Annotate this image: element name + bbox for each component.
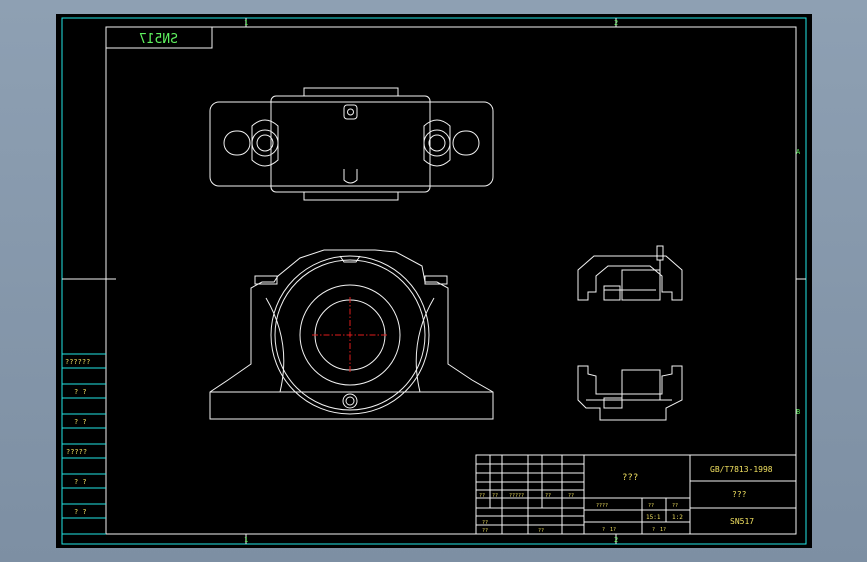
title-block-title: ??? (622, 473, 638, 483)
left-strip-label-5: ? ? (74, 478, 87, 486)
zone-mark-top-1: 1 (244, 19, 248, 27)
sign-row-3: ????? (509, 493, 524, 499)
left-strip-label-4: ????? (66, 448, 87, 456)
section-view-lower (577, 365, 683, 421)
left-strip-label-1: ?????? (65, 358, 90, 366)
cad-viewport[interactable]: 1 2 1 2 A B SN517 ?????? ? ? ? ? ????? ?… (56, 14, 812, 548)
sheet-row-2: 1? (610, 527, 616, 533)
left-row-2: ?? (482, 528, 488, 534)
section-view-upper (577, 245, 683, 301)
zone-mark-right-a: A (796, 148, 801, 156)
top-view (209, 87, 494, 201)
left-row-1: ?? (482, 520, 488, 526)
left-row-3: ?? (538, 528, 544, 534)
title-block-standard: GB/T7813-1998 (710, 465, 773, 474)
scale-header-3: ?? (672, 503, 678, 509)
zone-mark-right-b: B (796, 408, 800, 416)
sign-row-5: ?? (568, 493, 574, 499)
drawing-canvas: 1 2 1 2 A B SN517 ?????? ? ? ? ? ????? ?… (61, 17, 807, 545)
outer-frame (61, 17, 807, 545)
left-strip-label-2: ? ? (74, 388, 87, 396)
inner-border (105, 26, 797, 535)
sheet-row-3: ? (652, 527, 655, 533)
scale-value-2: 1:2 (672, 514, 683, 521)
zone-mark-bottom-2: 2 (614, 536, 618, 544)
sign-row-2: ?? (492, 493, 498, 499)
left-strip-label-3: ? ? (74, 418, 87, 426)
model-label-mirrored: SN517 (139, 32, 178, 47)
left-strip-label-6: ? ? (74, 508, 87, 516)
sign-row-4: ?? (545, 493, 551, 499)
zone-mark-bottom-1: 1 (244, 536, 248, 544)
scale-header-2: ?? (648, 503, 654, 509)
sign-row-1: ?? (479, 493, 485, 499)
title-block-material: ??? (732, 490, 747, 499)
sheet-row-4: 1? (660, 527, 666, 533)
scale-value-1: 15:1 (646, 514, 661, 521)
sheet-row-1: ? (602, 527, 605, 533)
zone-mark-top-2: 2 (614, 19, 618, 27)
front-view (209, 249, 494, 420)
scale-header-1: ???? (596, 503, 608, 509)
title-block-part-name: SN517 (730, 517, 754, 526)
